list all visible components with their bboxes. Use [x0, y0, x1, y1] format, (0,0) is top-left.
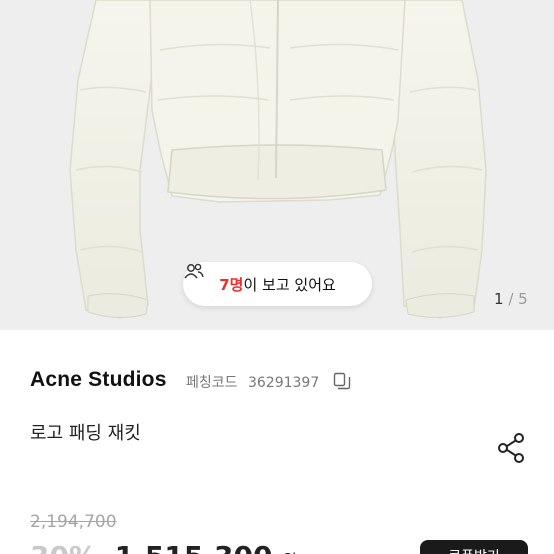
sale-price-row: 30% 1,515,300 원 [30, 540, 297, 554]
discount-rate: 30% [30, 540, 97, 554]
original-price: 2,194,700 [30, 512, 117, 532]
image-pager: 1 / 5 [494, 290, 528, 308]
viewer-count-suffix: 이 보고 있어요 [243, 275, 336, 294]
product-title: 로고 패딩 재킷 [30, 423, 141, 444]
viewer-count-badge: 7명 이 보고 있어요 [183, 262, 372, 306]
fetching-code-label: 페칭코드 [186, 375, 238, 391]
viewer-count: 7명 [219, 275, 244, 294]
people-icon [184, 263, 204, 279]
coupon-button[interactable]: 쿠폰받기 [420, 540, 528, 554]
pager-total: / 5 [503, 290, 528, 308]
fetching-code-value: 36291397 [247, 375, 320, 391]
sale-price: 1,515,300 [115, 540, 273, 554]
share-icon[interactable] [496, 432, 526, 464]
brand-name[interactable]: Acne Studios [30, 368, 167, 392]
pager-current: 1 [494, 290, 504, 308]
product-image[interactable]: 7명 이 보고 있어요 1 / 5 [0, 0, 554, 330]
copy-icon[interactable] [333, 372, 351, 390]
fetching-code: 페칭코드 36291397 [186, 372, 319, 392]
